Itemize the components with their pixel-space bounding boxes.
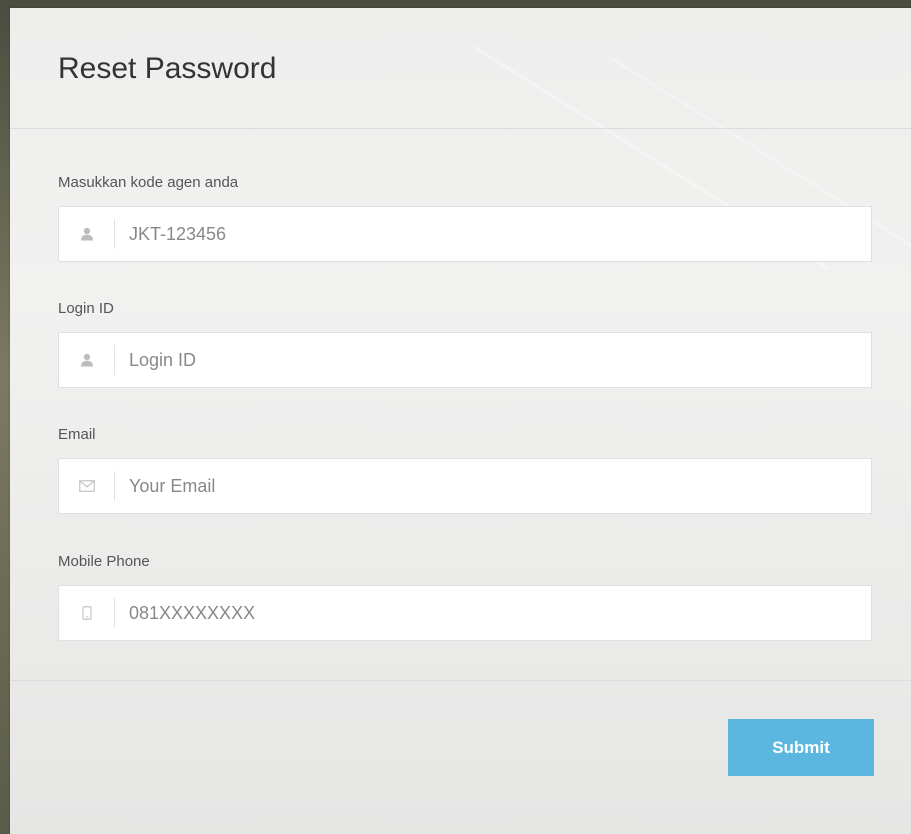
login-id-input-wrapper <box>58 332 872 388</box>
agent-code-input-wrapper <box>58 206 872 262</box>
email-label: Email <box>58 426 96 443</box>
login-id-input[interactable] <box>115 333 871 387</box>
mobile-phone-input[interactable] <box>115 586 871 640</box>
envelope-icon <box>59 471 115 501</box>
email-input[interactable] <box>115 459 871 513</box>
email-group: Email <box>58 426 872 514</box>
panel-header: Reset Password <box>10 8 911 129</box>
panel-footer: Submit <box>10 680 911 834</box>
login-id-label: Login ID <box>58 300 114 317</box>
submit-button[interactable]: Submit <box>728 719 874 776</box>
agent-code-group: Masukkan kode agen anda <box>58 174 872 262</box>
login-id-group: Login ID <box>58 300 872 388</box>
mobile-phone-input-wrapper <box>58 585 872 641</box>
agent-code-input[interactable] <box>115 207 871 261</box>
agent-code-label: Masukkan kode agen anda <box>58 174 239 191</box>
user-icon <box>59 345 115 375</box>
mobile-phone-group: Mobile Phone <box>58 553 872 641</box>
user-icon <box>59 219 115 249</box>
email-input-wrapper <box>58 458 872 514</box>
mobile-phone-label: Mobile Phone <box>58 553 150 570</box>
reset-password-panel: Reset Password Masukkan kode agen anda L… <box>10 8 911 834</box>
mobile-phone-icon <box>59 598 115 628</box>
page-title: Reset Password <box>58 52 277 85</box>
